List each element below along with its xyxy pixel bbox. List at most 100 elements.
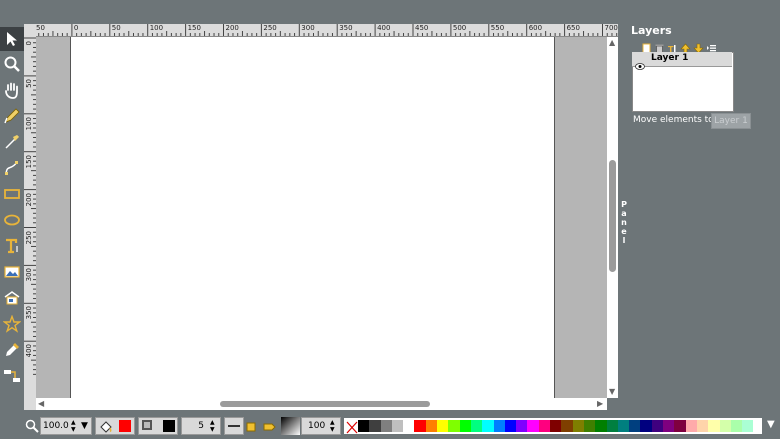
star-tool-icon[interactable]	[0, 312, 24, 336]
text-tool-icon[interactable]	[0, 234, 24, 258]
zoom-dropdown-icon[interactable]: ▼	[81, 418, 88, 434]
line-tool-icon[interactable]	[0, 130, 24, 154]
palette-swatch[interactable]	[516, 420, 528, 432]
palette-swatch[interactable]	[572, 420, 584, 432]
shape-library-icon[interactable]	[0, 286, 24, 310]
palette-swatch[interactable]	[583, 420, 596, 432]
eyedropper-tool-icon[interactable]	[0, 338, 24, 362]
pencil-tool-icon[interactable]	[0, 104, 24, 128]
ellipse-tool-icon[interactable]	[0, 208, 24, 232]
move-layer-up-icon[interactable]	[680, 39, 691, 54]
palette-swatch[interactable]	[708, 420, 720, 432]
zoom-spinner-icon[interactable]: ▲ ▼	[71, 419, 76, 433]
palette-swatch[interactable]	[538, 420, 551, 432]
rectangle-tool-icon[interactable]	[0, 182, 24, 206]
panel-tab-letter: l	[622, 236, 626, 245]
palette-swatch[interactable]	[425, 420, 438, 432]
palette-swatch[interactable]	[448, 420, 460, 432]
layer-visibility-eye-icon[interactable]	[635, 55, 645, 70]
palette-swatch[interactable]	[674, 420, 686, 432]
stroke-style-control[interactable]	[224, 417, 244, 435]
stroke-color-control[interactable]	[138, 417, 178, 435]
fill-bucket-icon	[99, 419, 113, 438]
ruler-label: 500	[452, 24, 467, 32]
scroll-right-icon[interactable]: ▶	[597, 399, 603, 409]
vertical-scroll-thumb[interactable]	[609, 160, 616, 272]
palette-swatch[interactable]	[719, 420, 731, 432]
palette-swatch[interactable]	[595, 420, 607, 432]
linejoin-icon[interactable]	[245, 419, 259, 433]
delete-layer-icon[interactable]	[654, 39, 665, 54]
opacity-icon	[281, 417, 300, 435]
palette-swatch[interactable]	[730, 420, 743, 432]
scroll-up-icon[interactable]: ▲	[609, 38, 615, 48]
no-color-icon[interactable]	[346, 419, 358, 434]
move-layer-down-icon[interactable]	[693, 39, 704, 54]
ruler-label: 400	[25, 344, 33, 358]
zoom-control[interactable]: 100.0 ▲ ▼ ▼	[40, 417, 92, 435]
palette-swatch[interactable]	[742, 420, 754, 432]
palette-swatch[interactable]	[403, 420, 415, 432]
panel-tab-letter: n	[621, 218, 627, 227]
fill-color-swatch[interactable]	[119, 420, 131, 432]
palette-swatch[interactable]	[663, 420, 675, 432]
layer-toolbar: T	[641, 39, 717, 54]
palette-swatch[interactable]	[380, 420, 392, 432]
ruler-label: 350	[339, 24, 353, 32]
palette-swatch[interactable]	[640, 420, 652, 432]
palette-swatch[interactable]	[459, 420, 471, 432]
panel-tab-letter: a	[621, 209, 627, 218]
layer-name[interactable]: Layer 1	[651, 53, 688, 63]
opacity-control[interactable]: 100 ▲ ▼	[301, 417, 341, 435]
palette-swatch[interactable]	[629, 420, 641, 432]
palette-swatch[interactable]	[550, 420, 562, 432]
ruler-label: 700	[604, 24, 618, 32]
palette-swatch[interactable]	[391, 420, 404, 432]
path-tool-icon[interactable]	[0, 156, 24, 180]
ruler-label: 50	[25, 78, 33, 88]
pan-tool-icon[interactable]	[0, 78, 24, 102]
stroke-width-spinner-icon[interactable]: ▲ ▼	[210, 419, 215, 433]
linecap-icon[interactable]	[262, 419, 276, 433]
opacity-spinner-icon[interactable]: ▲ ▼	[330, 419, 335, 433]
image-tool-icon[interactable]	[0, 260, 24, 284]
palette-swatch[interactable]	[685, 420, 697, 432]
palette-swatch[interactable]	[561, 420, 573, 432]
layer-menu-icon[interactable]	[706, 39, 717, 52]
opacity-value[interactable]: 100	[308, 418, 325, 434]
ruler-label: 100	[25, 116, 33, 131]
move-elements-select[interactable]: Layer 1	[711, 113, 751, 129]
ruler-label: 300	[301, 24, 315, 32]
fill-color-control[interactable]	[95, 417, 135, 435]
svg-canvas[interactable]	[70, 37, 555, 398]
palette-swatch[interactable]	[414, 420, 426, 432]
panel-toggle[interactable]: Panel	[619, 200, 629, 260]
horizontal-scroll-thumb[interactable]	[220, 401, 430, 407]
palette-swatch[interactable]	[651, 420, 664, 432]
zoom-tool-icon[interactable]	[0, 52, 24, 76]
select-tool-icon[interactable]	[0, 27, 24, 51]
palette-swatch[interactable]	[527, 420, 539, 432]
zoom-value[interactable]: 100.0	[43, 418, 69, 434]
stroke-width-control[interactable]: 5 ▲ ▼	[181, 417, 221, 435]
palette-swatch[interactable]	[504, 420, 517, 432]
rename-layer-icon[interactable]: T	[667, 39, 678, 54]
palette-swatch[interactable]	[358, 420, 370, 432]
scroll-down-icon[interactable]: ▼	[609, 387, 615, 397]
palette-swatch[interactable]	[606, 420, 618, 432]
palette-swatch[interactable]	[470, 420, 483, 432]
palette-swatch[interactable]	[437, 420, 449, 432]
palette-swatch[interactable]	[482, 420, 494, 432]
palette-swatch[interactable]	[617, 420, 630, 432]
ruler-label: 150	[187, 24, 201, 32]
palette-dropdown-icon[interactable]: ▼	[767, 420, 775, 430]
palette-swatch[interactable]	[369, 420, 381, 432]
stroke-width-value[interactable]: 5	[198, 418, 204, 434]
ruler-label: 250	[263, 24, 277, 32]
new-layer-icon[interactable]	[641, 39, 652, 54]
palette-swatch[interactable]	[493, 420, 505, 432]
scroll-left-icon[interactable]: ◀	[38, 399, 44, 409]
stroke-color-swatch[interactable]	[163, 420, 175, 432]
palette-swatch[interactable]	[696, 420, 709, 432]
connector-tool-icon[interactable]	[0, 364, 24, 388]
